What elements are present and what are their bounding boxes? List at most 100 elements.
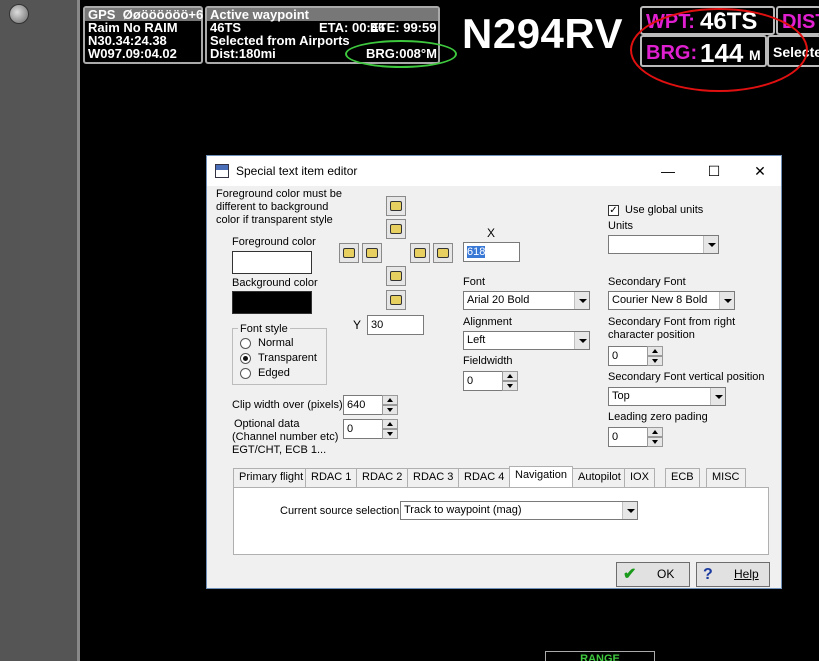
tab-rdac-4[interactable]: RDAC 4 [458, 468, 511, 487]
ete: ETE: 99:59 [370, 20, 437, 35]
x-label: X [487, 226, 496, 240]
sec-font-pos-value: 0 [608, 346, 648, 366]
move-left-button[interactable] [362, 243, 382, 263]
chevron-down-icon [719, 292, 734, 309]
checkmark-icon: ✔ [623, 566, 637, 583]
minimize-button[interactable]: — [645, 156, 691, 186]
tail-number: N294RV [462, 10, 623, 57]
sec-font-vpos-select[interactable]: Top [608, 387, 726, 406]
range-label: RANGE [545, 651, 655, 661]
sec-font-pos-label-1: Secondary Font from right [608, 316, 736, 328]
ok-button[interactable]: ✔ OK [616, 562, 690, 587]
close-button[interactable]: ✕ [737, 156, 783, 186]
x-value: 618 [467, 246, 486, 258]
ok-label: OK [657, 567, 675, 581]
move-down-button[interactable] [386, 266, 406, 286]
chevron-down-icon [710, 388, 725, 405]
spin-down-icon[interactable] [647, 356, 663, 366]
font-style-edged-radio[interactable] [240, 368, 251, 379]
red-annotation-ellipse [630, 8, 808, 92]
spin-up-icon[interactable] [502, 371, 518, 381]
source-select[interactable]: Track to waypoint (mag) [400, 501, 638, 520]
x-input[interactable]: 618 [463, 242, 520, 262]
font-style-normal-label: Normal [258, 337, 294, 349]
tab-misc[interactable]: MISC [706, 468, 746, 487]
spin-up-icon[interactable] [647, 427, 663, 437]
sec-font-vpos-label: Secondary Font vertical position [608, 371, 765, 383]
optional-stepper[interactable]: 0 [343, 419, 398, 439]
tab-ecb[interactable]: ECB [665, 468, 700, 487]
y-input[interactable]: 30 [367, 315, 424, 335]
move-up-button[interactable] [386, 219, 406, 239]
spin-down-icon[interactable] [502, 381, 518, 391]
sec-font-pos-label-2: character position [608, 329, 695, 341]
tab-navigation[interactable]: Navigation [509, 466, 573, 488]
gps-status-panel: GPS Øøöööööö+6 Raim No RAIM N30.34:24.38… [83, 6, 203, 64]
app-icon [215, 164, 229, 178]
leading-zero-stepper[interactable]: 0 [608, 427, 663, 447]
fieldwidth-stepper[interactable]: 0 [463, 371, 518, 391]
alignment-select[interactable]: Left [463, 331, 590, 350]
tab-autopilot[interactable]: Autopilot [572, 468, 627, 487]
special-text-item-editor-dialog: Special text item editor — ☐ ✕ Foregroun… [206, 155, 782, 589]
fg-color-label: Foreground color [232, 236, 316, 248]
sec-font-vpos-value: Top [612, 390, 630, 402]
use-global-units-checkbox[interactable]: ✓ [608, 205, 619, 216]
maximize-button[interactable]: ☐ [691, 156, 737, 186]
knob-icon[interactable] [9, 4, 29, 24]
clip-stepper[interactable]: 640 [343, 395, 398, 415]
font-style-normal-radio[interactable] [240, 338, 251, 349]
longitude: W097.09:04.02 [88, 46, 177, 61]
fg-note-2: different to background [216, 201, 329, 213]
navigation-tab-page: Current source selection Track to waypoi… [233, 487, 769, 555]
font-style-edged-label: Edged [258, 367, 290, 379]
font-style-transparent-label: Transparent [258, 352, 317, 364]
font-style-legend: Font style [238, 323, 290, 336]
move-up-fast-button[interactable] [386, 196, 406, 216]
optional-label-3: EGT/CHT, ECB 1... [232, 444, 327, 456]
tab-rdac-1[interactable]: RDAC 1 [305, 468, 358, 487]
move-right-fast-button[interactable] [433, 243, 453, 263]
spin-up-icon[interactable] [647, 346, 663, 356]
alignment-label: Alignment [463, 316, 512, 328]
bg-color-swatch[interactable] [232, 291, 312, 314]
spin-up-icon[interactable] [382, 419, 398, 429]
spin-down-icon[interactable] [382, 429, 398, 439]
move-down-fast-button[interactable] [386, 290, 406, 310]
tab-rdac-3[interactable]: RDAC 3 [407, 468, 460, 487]
move-right-button[interactable] [410, 243, 430, 263]
fg-note-1: Foreground color must be [216, 188, 342, 200]
tab-primary-flight[interactable]: Primary flight [233, 468, 310, 487]
units-label: Units [608, 220, 634, 232]
dialog-title: Special text item editor [236, 164, 358, 178]
secondary-font-value: Courier New 8 Bold [612, 294, 708, 306]
chevron-down-icon [703, 236, 718, 253]
clip-label: Clip width over (pixels) [232, 399, 343, 411]
help-button[interactable]: ? Help [696, 562, 770, 587]
font-select[interactable]: Arial 20 Bold [463, 291, 590, 310]
fg-note-3: color if transparent style [216, 214, 333, 226]
tab-strip: Primary flight RDAC 1 RDAC 2 RDAC 3 RDAC… [233, 466, 769, 488]
question-icon: ? [703, 566, 713, 583]
spin-down-icon[interactable] [647, 437, 663, 447]
secondary-font-label: Secondary Font [608, 276, 686, 288]
leading-zero-label: Leading zero pading [608, 411, 708, 423]
fieldwidth-value: 0 [463, 371, 503, 391]
chevron-down-icon [574, 292, 589, 309]
secondary-font-select[interactable]: Courier New 8 Bold [608, 291, 735, 310]
font-style-transparent-radio[interactable] [240, 353, 251, 364]
use-global-units-label: Use global units [625, 204, 704, 216]
tab-rdac-2[interactable]: RDAC 2 [356, 468, 409, 487]
optional-label-2: (Channel number etc) [232, 431, 339, 443]
spin-up-icon[interactable] [382, 395, 398, 405]
fg-color-swatch[interactable] [232, 251, 312, 274]
green-annotation-ellipse [345, 40, 457, 68]
move-left-fast-button[interactable] [339, 243, 359, 263]
tab-iox[interactable]: IOX [624, 468, 655, 487]
sec-font-pos-stepper[interactable]: 0 [608, 346, 663, 366]
dialog-titlebar[interactable]: Special text item editor — ☐ ✕ [207, 156, 781, 186]
units-select[interactable] [608, 235, 719, 254]
spin-down-icon[interactable] [382, 405, 398, 415]
source-value: Track to waypoint (mag) [404, 504, 522, 516]
chevron-down-icon [574, 332, 589, 349]
